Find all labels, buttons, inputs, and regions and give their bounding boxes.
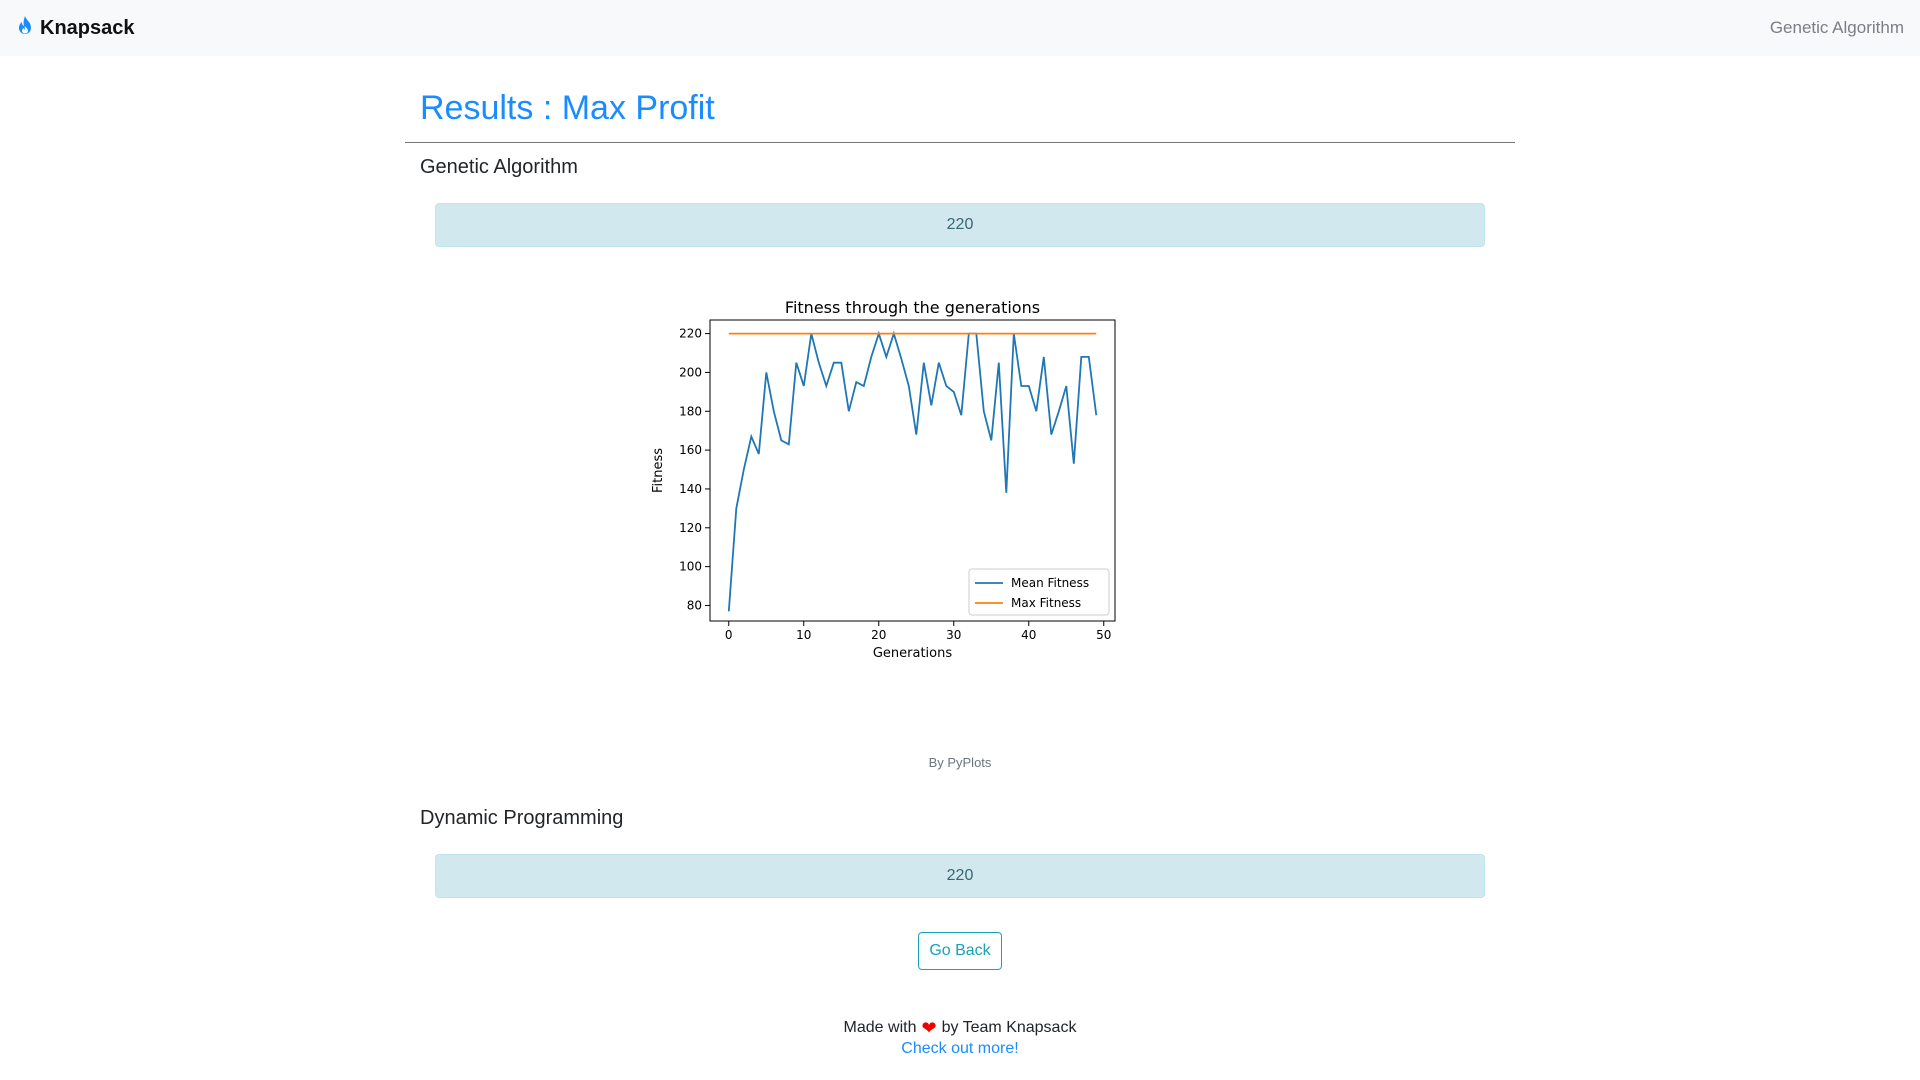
legend-label: Mean Fitness [1011, 576, 1089, 590]
x-tick-label: 40 [1021, 628, 1036, 642]
nav-link-genetic-algorithm[interactable]: Genetic Algorithm [1770, 18, 1904, 38]
genetic-heading: Genetic Algorithm [420, 156, 578, 178]
x-tick-label: 20 [871, 628, 886, 642]
chart-title: Fitness through the generations [785, 298, 1040, 317]
x-axis-label: Generations [873, 646, 953, 661]
x-tick-label: 30 [946, 628, 961, 642]
title-divider [405, 142, 1515, 143]
footer-by-team: by Team Knapsack [941, 1019, 1077, 1036]
dynamic-heading: Dynamic Programming [420, 807, 624, 829]
chart-caption: By PyPlots [928, 755, 992, 770]
y-tick-label: 200 [679, 365, 702, 379]
y-tick-label: 140 [679, 482, 702, 496]
chart-legend: Mean Fitness Max Fitness [968, 568, 1110, 616]
y-tick-label: 220 [679, 327, 702, 341]
genetic-result-box: 220 [435, 203, 1485, 247]
dynamic-result-box: 220 [435, 854, 1485, 898]
footer-credit: Made with ❤ by Team Knapsack [0, 1016, 1920, 1040]
fire-icon [16, 15, 34, 41]
page-title: Results : Max Profit [420, 89, 715, 127]
navbar: Knapsack Genetic Algorithm [0, 0, 1920, 56]
y-axis-label: Fitness [651, 448, 666, 493]
fitness-chart: Fitness through the generations 80 100 120… [640, 293, 1260, 793]
y-tick-label: 120 [679, 521, 702, 535]
heart-icon: ❤ [921, 1017, 937, 1038]
footer: Made with ❤ by Team Knapsack Check out m… [0, 1016, 1920, 1058]
fitness-chart-svg: Fitness through the generations 80100120… [651, 298, 1116, 661]
check-out-more-link[interactable]: Check out more! [0, 1040, 1920, 1058]
y-tick-label: 80 [687, 598, 702, 612]
footer-made-with: Made with [843, 1019, 917, 1036]
x-tick-label: 50 [1096, 628, 1111, 642]
brand-label: Knapsack [40, 16, 135, 39]
main-container: Results : Max Profit Genetic Algorithm 2… [405, 56, 1515, 970]
y-tick-label: 180 [679, 404, 702, 418]
y-tick-label: 100 [679, 560, 702, 574]
x-tick-label: 10 [796, 628, 811, 642]
legend-label: Max Fitness [1011, 596, 1081, 610]
y-tick-label: 160 [679, 443, 702, 457]
brand-link[interactable]: Knapsack [16, 15, 135, 41]
go-back-button[interactable]: Go Back [918, 932, 1002, 970]
x-tick-label: 0 [725, 628, 733, 642]
